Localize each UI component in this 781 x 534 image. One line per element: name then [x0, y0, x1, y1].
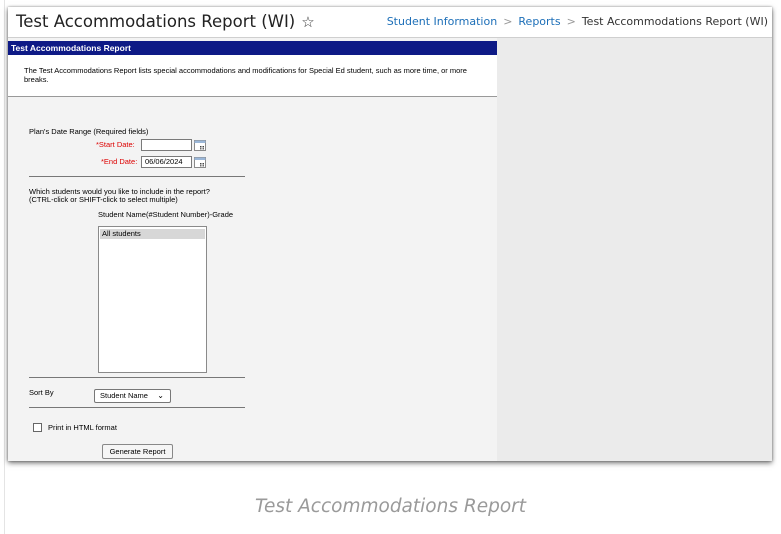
students-column-header: Student Name(#Student Number)-Grade — [98, 210, 234, 219]
breadcrumb-reports[interactable]: Reports — [518, 15, 560, 28]
start-date-input[interactable] — [141, 139, 192, 151]
chevron-right-icon: > — [503, 15, 513, 28]
calendar-icon[interactable] — [194, 157, 206, 168]
print-html-checkbox[interactable] — [33, 423, 42, 432]
divider — [29, 407, 245, 408]
breadcrumb-current: Test Accommodations Report (WI) — [581, 15, 768, 28]
students-hint: (CTRL-click or SHIFT-click to select mul… — [29, 195, 178, 204]
generate-report-button[interactable]: Generate Report — [102, 444, 173, 459]
report-title-bar: Test Accommodations Report — [8, 41, 497, 55]
list-item[interactable]: All students — [100, 229, 205, 239]
sort-by-select[interactable]: Student Name ⌄ — [94, 389, 171, 403]
date-range-label: Plan's Date Range (Required fields) — [29, 127, 149, 136]
page-header: Test Accommodations Report (WI) ☆ Student… — [8, 7, 772, 38]
chevron-down-icon: ⌄ — [157, 391, 164, 400]
report-description-box: The Test Accommodations Report lists spe… — [8, 55, 497, 97]
students-listbox[interactable]: All students — [98, 226, 207, 373]
divider — [29, 377, 245, 378]
screenshot-window: Test Accommodations Report (WI) ☆ Student… — [8, 7, 772, 461]
page-title-text: Test Accommodations Report (WI) — [16, 12, 296, 31]
breadcrumb: Student Information > Reports > Test Accommo… — [387, 15, 768, 28]
divider — [29, 176, 245, 177]
calendar-icon[interactable] — [194, 140, 206, 151]
content-panel: Test Accommodations Report The Test Acco… — [8, 38, 772, 461]
page-left-rule — [4, 0, 5, 534]
end-date-input[interactable]: 06/06/2024 — [141, 156, 192, 168]
end-date-label: *End Date: — [101, 157, 138, 166]
start-date-label: *Start Date: — [96, 140, 135, 149]
favorite-star-icon[interactable]: ☆ — [301, 13, 314, 31]
report-description: The Test Accommodations Report lists spe… — [24, 66, 467, 84]
sort-by-value: Student Name — [100, 391, 148, 400]
chevron-right-icon: > — [566, 15, 576, 28]
figure-caption: Test Accommodations Report — [254, 496, 527, 517]
page-title: Test Accommodations Report (WI) ☆ — [16, 12, 315, 31]
report-form: Test Accommodations Report The Test Acco… — [8, 38, 497, 461]
print-html-label: Print in HTML format — [48, 423, 117, 432]
sort-by-label: Sort By — [29, 388, 54, 397]
breadcrumb-student-information[interactable]: Student Information — [387, 15, 497, 28]
